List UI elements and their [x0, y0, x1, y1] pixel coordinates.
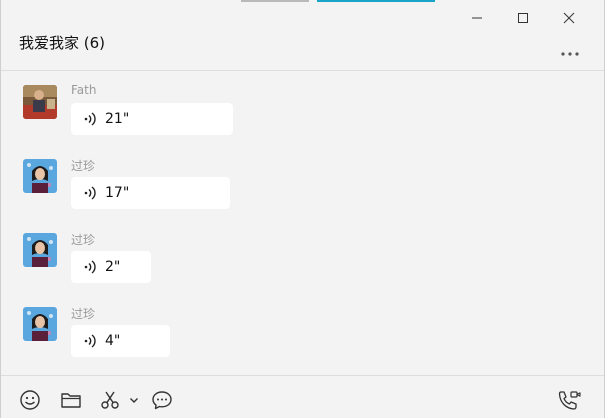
avatar-photo-fath — [23, 85, 57, 119]
emoji-icon — [20, 390, 40, 410]
folder-icon — [61, 393, 81, 408]
minimize-button[interactable] — [454, 6, 500, 30]
maximize-icon — [518, 13, 528, 23]
voice-duration: 17" — [105, 185, 130, 201]
call-button[interactable] — [557, 388, 581, 412]
voice-icon — [83, 259, 99, 275]
voice-duration: 4" — [105, 333, 121, 349]
avatar[interactable] — [23, 307, 57, 341]
scissors-icon — [101, 391, 119, 409]
sender-name: 过珍 — [71, 159, 96, 173]
chat-title: 我爱我家 (6) — [19, 34, 106, 52]
chat-window: 我爱我家 (6) Fath 21" 过珍 17" 过珍 2" 过珍 4" — [0, 0, 605, 418]
voice-message-bubble[interactable]: 21" — [71, 103, 233, 135]
voice-message-bubble[interactable]: 4" — [71, 325, 170, 357]
sender-name: Fath — [71, 83, 97, 97]
voice-message-bubble[interactable]: 2" — [71, 251, 151, 283]
video-call-icon — [558, 391, 581, 410]
avatar[interactable] — [23, 233, 57, 267]
voice-icon — [83, 185, 99, 201]
chat-history-button[interactable] — [151, 388, 173, 412]
voice-icon — [83, 111, 99, 127]
maximize-button[interactable] — [500, 6, 546, 30]
close-icon — [563, 12, 575, 24]
avatar[interactable] — [23, 85, 57, 119]
top-strip-segment-accent — [317, 0, 435, 2]
window-controls — [454, 6, 592, 30]
screenshot-options-dropdown[interactable] — [128, 388, 140, 412]
more-button[interactable] — [560, 42, 580, 56]
screenshot-button[interactable] — [99, 388, 121, 412]
avatar-photo-guozhen — [23, 233, 57, 267]
top-strip — [1, 0, 604, 2]
input-toolbar — [1, 376, 604, 418]
voice-message-bubble[interactable]: 17" — [71, 177, 230, 209]
close-button[interactable] — [546, 6, 592, 30]
avatar-photo-guozhen — [23, 159, 57, 193]
sender-name: 过珍 — [71, 307, 96, 321]
message-list: Fath 21" 过珍 17" 过珍 2" 过珍 4" — [1, 71, 604, 375]
top-strip-segment — [241, 0, 309, 2]
chat-bubble-icon — [152, 391, 172, 410]
sender-name: 过珍 — [71, 233, 96, 247]
minimize-icon — [472, 17, 482, 19]
folder-button[interactable] — [60, 388, 82, 412]
voice-icon — [83, 333, 99, 349]
emoji-button[interactable] — [19, 388, 41, 412]
more-icon — [561, 52, 579, 56]
avatar[interactable] — [23, 159, 57, 193]
voice-duration: 2" — [105, 259, 121, 275]
voice-duration: 21" — [105, 111, 130, 127]
chevron-down-icon — [130, 398, 138, 403]
chat-header: 我爱我家 (6) — [19, 28, 584, 58]
avatar-photo-guozhen — [23, 307, 57, 341]
